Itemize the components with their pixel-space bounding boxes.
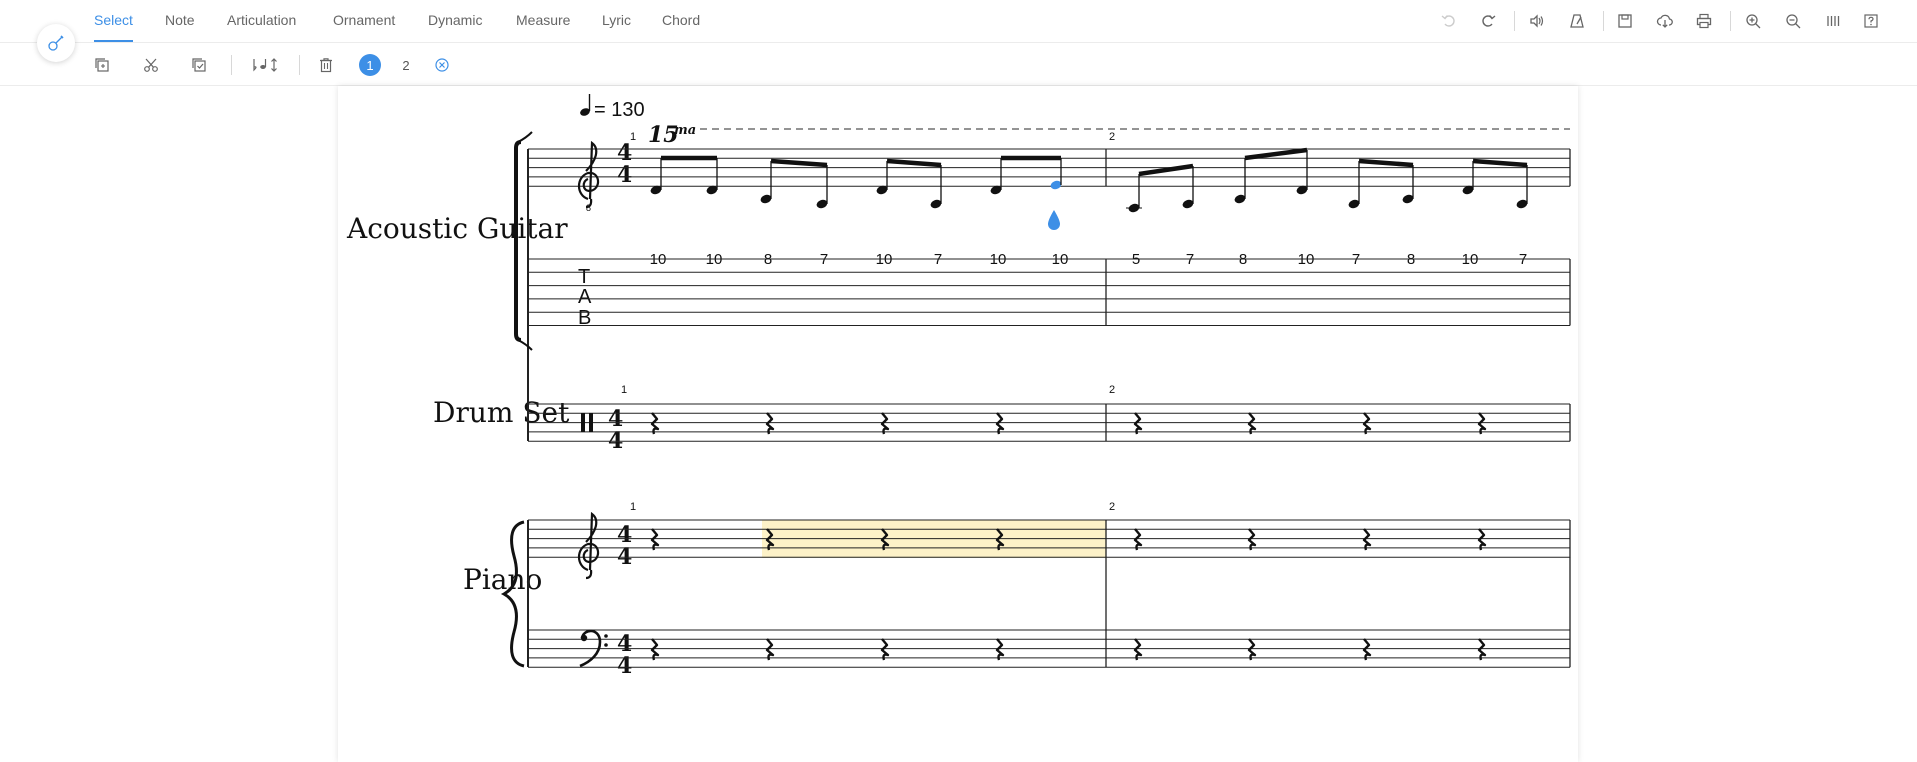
note-beam <box>886 158 942 168</box>
quarter-rest-icon <box>880 638 890 661</box>
cursor-drop-icon <box>1048 210 1060 230</box>
quarter-rest-icon <box>1362 412 1372 435</box>
treble-clef-icon <box>577 511 600 580</box>
tab-select[interactable]: Select <box>94 12 133 42</box>
tab-articulation[interactable]: Articulation <box>227 12 296 38</box>
tempo-marking[interactable]: = 130 <box>579 94 645 121</box>
tab-note[interactable]: Note <box>165 12 195 38</box>
treble-clef-icon <box>577 140 600 209</box>
quarter-rest-icon <box>765 412 775 435</box>
percussion-clef-icon <box>589 413 593 432</box>
print-icon[interactable] <box>1693 10 1715 32</box>
toolbar-divider <box>1730 11 1731 31</box>
cut-icon[interactable] <box>140 54 162 76</box>
quarter-rest-icon <box>650 412 660 435</box>
notation-symbols: 8 <box>500 131 1528 668</box>
note-beam <box>1358 158 1414 168</box>
quarter-rest-icon <box>1133 638 1143 661</box>
tab-measure[interactable]: Measure <box>516 12 570 38</box>
tab-chord[interactable]: Chord <box>662 12 700 38</box>
tab-ornament[interactable]: Ornament <box>333 12 395 38</box>
redo-icon[interactable] <box>1477 10 1499 32</box>
note-beam <box>770 158 828 168</box>
quarter-rest-icon <box>1477 638 1487 661</box>
zoom-in-icon[interactable] <box>1742 10 1764 32</box>
toolbar-divider <box>1603 11 1604 31</box>
tab-dynamic[interactable]: Dynamic <box>428 12 482 38</box>
paste-icon[interactable] <box>188 54 210 76</box>
tab-label: A <box>578 286 592 308</box>
quarter-rest-icon <box>1247 638 1257 661</box>
measure-number: 2 <box>1109 501 1115 513</box>
quarter-rest-icon <box>995 638 1005 661</box>
quarter-rest-icon <box>1247 412 1257 435</box>
app-logo[interactable] <box>37 24 75 62</box>
time-signature-bottom: 4 <box>617 162 632 188</box>
quarter-rest-icon <box>880 412 890 435</box>
clef-octave-8: 8 <box>586 203 591 213</box>
copy-icon[interactable] <box>91 54 113 76</box>
quarter-rest-icon <box>1477 528 1487 551</box>
quarter-rest-icon <box>1247 528 1257 551</box>
quarter-rest-icon <box>1133 528 1143 551</box>
instrument-name-acoustic-guitar[interactable]: Acoustic Guitar <box>346 212 568 245</box>
quarter-rest-icon <box>995 412 1005 435</box>
tab-lyric[interactable]: Lyric <box>602 12 631 38</box>
guitar-logo-icon <box>48 35 64 51</box>
note-beam <box>1472 158 1528 168</box>
bracket-icon <box>517 131 533 143</box>
quarter-rest-icon <box>650 638 660 661</box>
measure-number: 1 <box>630 501 636 513</box>
cloud-download-icon[interactable] <box>1654 10 1676 32</box>
measure-number: 1 <box>621 384 627 396</box>
voice-2-button[interactable]: 2 <box>395 54 417 76</box>
time-signature-bottom: 4 <box>617 653 632 679</box>
pitch-transpose-icon[interactable] <box>251 54 281 76</box>
page-layout-icon[interactable] <box>1822 10 1844 32</box>
percussion-clef-icon <box>581 413 585 432</box>
tempo-text: = 130 <box>594 99 645 121</box>
quarter-rest-icon <box>1362 528 1372 551</box>
instrument-name-piano[interactable]: Piano <box>463 563 542 596</box>
undo-icon[interactable] <box>1438 10 1460 32</box>
quarter-rest-icon <box>1133 412 1143 435</box>
quarter-rest-icon <box>650 528 660 551</box>
toolbar-divider <box>231 55 232 75</box>
save-icon[interactable] <box>1614 10 1636 32</box>
help-icon[interactable] <box>1860 10 1882 32</box>
toolbar-divider <box>1514 11 1515 31</box>
quarter-rest-icon <box>765 638 775 661</box>
instrument-name-drum-set[interactable]: Drum Set <box>433 396 570 429</box>
close-voice-icon[interactable] <box>431 54 453 76</box>
quarter-rest-icon <box>1362 638 1372 661</box>
mode-tab-bar: Select Note Articulation Ornament Dynami… <box>0 0 1917 43</box>
delete-icon[interactable] <box>315 54 337 76</box>
measure-number: 2 <box>1109 384 1115 396</box>
score-canvas: Acoustic Guitar Drum Set Piano = 130 15 … <box>346 94 1571 679</box>
zoom-out-icon[interactable] <box>1782 10 1804 32</box>
tab-label: T <box>578 266 590 288</box>
metronome-icon[interactable] <box>1566 10 1588 32</box>
measure-number: 2 <box>1109 131 1115 143</box>
score-page: Acoustic Guitar Drum Set Piano = 130 15 … <box>338 86 1578 762</box>
edit-toolbar <box>0 43 1917 86</box>
note-beam <box>1244 147 1308 161</box>
playback-sound-icon[interactable] <box>1526 10 1548 32</box>
quarter-rest-icon <box>1477 412 1487 435</box>
toolbar-divider <box>299 55 300 75</box>
ottava-suffix: ma <box>674 123 696 138</box>
voice-1-button[interactable]: 1 <box>359 54 381 76</box>
bracket-icon <box>517 339 533 351</box>
